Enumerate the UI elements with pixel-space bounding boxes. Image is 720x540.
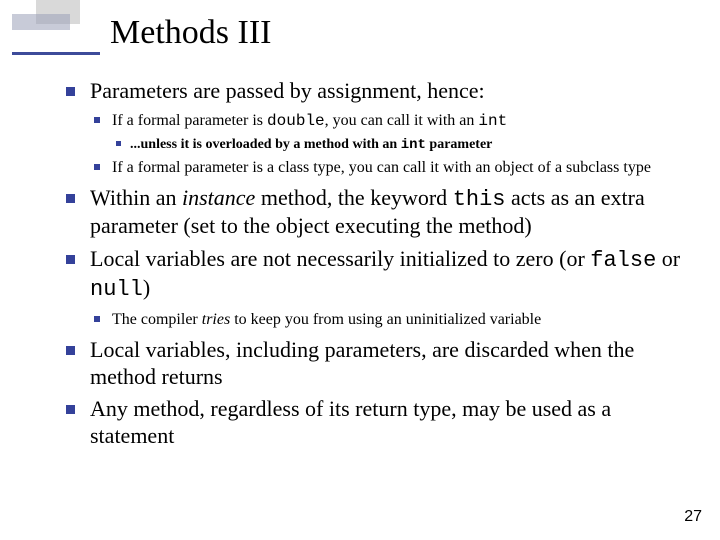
- title-decoration: [12, 0, 88, 56]
- text-run: or: [656, 246, 680, 271]
- page-number: 27: [684, 508, 702, 526]
- bullet-l1: Parameters are passed by assignment, hen…: [64, 78, 690, 179]
- text-run: to keep you from using an uninitialized …: [230, 311, 541, 328]
- bullet-l1: Within an instance method, the keyword t…: [64, 185, 690, 241]
- code-run: int: [478, 112, 507, 130]
- slide-body: Parameters are passed by assignment, hen…: [64, 78, 690, 456]
- bullet-l2: If a formal parameter is double, you can…: [90, 111, 690, 154]
- code-run: this: [453, 187, 506, 212]
- slide: Methods III Parameters are passed by ass…: [0, 0, 720, 540]
- text-run: parameter: [426, 137, 492, 152]
- slide-title: Methods III: [110, 14, 271, 52]
- code-run: null: [90, 277, 143, 302]
- code-run: int: [401, 137, 426, 153]
- bullet-text: Local variables, including parameters, a…: [90, 337, 634, 389]
- em-run: instance: [182, 185, 255, 210]
- bullet-text: If a formal parameter is a class type, y…: [112, 159, 651, 176]
- bullet-l1: Local variables are not necessarily init…: [64, 246, 690, 330]
- text-run: , you can call it with an: [325, 112, 479, 129]
- bullet-text: Any method, regardless of its return typ…: [90, 396, 611, 448]
- text-run: If a formal parameter is: [112, 112, 267, 129]
- code-run: false: [590, 248, 656, 273]
- bullet-l2: The compiler tries to keep you from usin…: [90, 310, 690, 331]
- bullet-l3: ...unless it is overloaded by a method w…: [112, 136, 690, 154]
- bullet-l1: Local variables, including parameters, a…: [64, 337, 690, 391]
- bullet-l2: If a formal parameter is a class type, y…: [90, 158, 690, 179]
- text-run: Local variables are not necessarily init…: [90, 246, 590, 271]
- deco-underline: [12, 52, 100, 55]
- em-run: tries: [202, 311, 230, 328]
- code-run: double: [267, 112, 325, 130]
- text-run: The compiler: [112, 311, 202, 328]
- bullet-l1: Any method, regardless of its return typ…: [64, 396, 690, 450]
- text-run: ): [143, 275, 150, 300]
- bullet-text: Parameters are passed by assignment, hen…: [90, 78, 485, 103]
- text-run: ...unless it is overloaded by a method w…: [130, 137, 401, 152]
- text-run: method, the keyword: [255, 185, 452, 210]
- deco-block: [12, 14, 70, 30]
- text-run: Within an: [90, 185, 182, 210]
